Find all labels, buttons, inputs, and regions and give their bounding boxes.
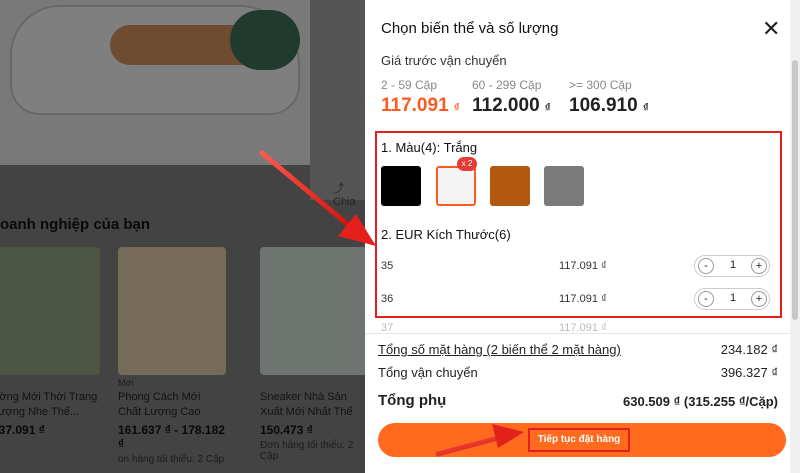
arrow-icon [259, 150, 376, 246]
annotation-arrows [259, 150, 524, 457]
arrow-icon [435, 424, 524, 457]
